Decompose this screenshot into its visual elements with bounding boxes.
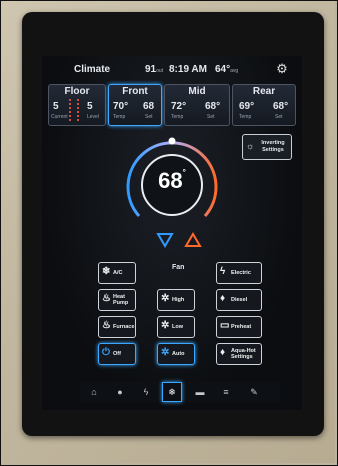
fan-label: Fan <box>172 264 185 271</box>
temp-down-button[interactable] <box>156 232 174 248</box>
bolt-icon[interactable]: ϟ <box>136 382 156 402</box>
fan-icon: ✲ <box>161 347 170 358</box>
engine-icon: ▭ <box>220 320 230 331</box>
inverting-settings-button[interactable]: ☼ Inverting Settings <box>242 134 292 160</box>
zone-set-label: Set <box>207 114 215 120</box>
preheat-button[interactable]: ▭ Preheat <box>216 316 262 338</box>
zone-set-label: Level <box>87 114 99 120</box>
zone-set-label: Set <box>275 114 283 120</box>
bottom-nav: ⌂ ● ϟ ❄ ▬ ≡ ✎ <box>80 382 280 402</box>
zone-set: 68 <box>143 101 155 112</box>
snowflake-icon: ❄ <box>102 266 111 277</box>
zone-set: 68° <box>273 101 289 112</box>
drop-icon: ♦ <box>220 293 226 304</box>
zone-rear[interactable]: Rear 69° 68° Temp Set <box>232 84 296 126</box>
wrench-icon[interactable]: ✎ <box>244 382 264 402</box>
zone-set: 68° <box>205 101 221 112</box>
inside-temperature: 64°avg <box>215 64 239 75</box>
heat-pump-button[interactable]: ♨ Heat Pump <box>98 289 136 311</box>
zone-current: 70° <box>113 101 129 112</box>
flame-icon: ♨ <box>102 320 111 331</box>
fan-low-button[interactable]: ✲ Low <box>157 316 195 338</box>
bolt-icon: ϟ <box>220 266 226 277</box>
power-icon: ⏻ <box>102 347 110 358</box>
zone-name: Rear <box>252 86 276 97</box>
floor-heat-bars <box>69 99 79 121</box>
zone-name: Floor <box>64 86 90 97</box>
zone-current-label: Temp <box>113 114 126 120</box>
zone-name: Front <box>122 86 148 97</box>
off-button[interactable]: ⏻ Off <box>98 343 136 365</box>
zone-current: 69° <box>239 101 255 112</box>
page-title: Climate <box>74 64 111 75</box>
setpoint-value: 68° <box>158 168 186 193</box>
zone-set-label: Set <box>145 114 153 120</box>
home-icon[interactable]: ⌂ <box>84 382 104 402</box>
ac-button[interactable]: ❄ A/C <box>98 262 136 284</box>
temp-up-button[interactable] <box>184 232 202 248</box>
dial-handle[interactable] <box>168 137 176 145</box>
furnace-button[interactable]: ♨ Furnace <box>98 316 136 338</box>
gear-icon[interactable]: ⚙ <box>274 61 290 77</box>
zone-current: 72° <box>171 101 187 112</box>
zone-name: Mid <box>188 86 206 97</box>
clock: 8:19 AM <box>169 64 207 75</box>
chat-icon[interactable]: ▬ <box>190 382 210 402</box>
zone-floor[interactable]: Floor 5 5 Current Level <box>48 84 106 126</box>
zone-set: 5 <box>87 101 93 112</box>
zone-current-label: Current <box>51 114 68 120</box>
fan-icon: ✲ <box>161 293 170 304</box>
aquahot-settings-button[interactable]: ♦ Aqua-Hot Settings <box>216 343 262 365</box>
electric-button[interactable]: ϟ Electric <box>216 262 262 284</box>
bulb-icon[interactable]: ● <box>110 382 130 402</box>
diesel-button[interactable]: ♦ Diesel <box>216 289 262 311</box>
flame-icon: ♨ <box>102 293 111 304</box>
climate-screen: Climate 91out 8:19 AM 64°avg ⚙ Floor 5 5… <box>42 56 302 410</box>
fan-icon: ✲ <box>161 320 170 331</box>
snowflake-icon[interactable]: ❄ <box>162 382 182 402</box>
zone-front[interactable]: Front 70° 68 Temp Set <box>108 84 162 126</box>
fan-high-button[interactable]: ✲ High <box>157 289 195 311</box>
zone-current-label: Temp <box>239 114 252 120</box>
sun-icon: ☼ <box>246 141 255 151</box>
outside-temperature: 91out <box>145 64 164 75</box>
zone-current-label: Temp <box>171 114 184 120</box>
zone-mid[interactable]: Mid 72° 68° Temp Set <box>164 84 230 126</box>
zone-current: 5 <box>53 101 59 112</box>
list-icon[interactable]: ≡ <box>216 382 236 402</box>
fan-auto-button[interactable]: ✲ Auto <box>157 343 195 365</box>
drop-icon: ♦ <box>220 347 226 358</box>
